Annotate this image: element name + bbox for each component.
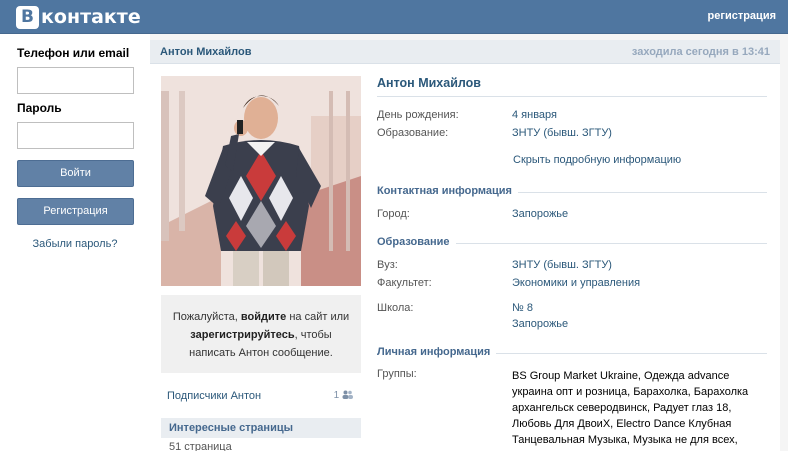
msg-text-4: написать Антон сообщение. bbox=[189, 347, 333, 359]
faculty-label: Факультет: bbox=[377, 277, 432, 289]
education-label: Образование: bbox=[377, 127, 449, 139]
university-label: Вуз: bbox=[377, 259, 398, 271]
education-section-header: Образование bbox=[377, 236, 767, 250]
personal-section-header: Личная информация bbox=[377, 346, 767, 360]
profile-header: Антон Михайлов заходила сегодня в 13:41 bbox=[150, 40, 780, 64]
contact-section-header: Контактная информация bbox=[377, 185, 767, 199]
education-section-title: Образование bbox=[377, 236, 456, 248]
password-input[interactable] bbox=[17, 122, 134, 149]
password-label: Пароль bbox=[17, 101, 62, 115]
birthday-label: День рождения: bbox=[377, 109, 459, 121]
subscribers-count: 1 bbox=[334, 390, 353, 401]
school-label: Школа: bbox=[377, 302, 414, 314]
city-label: Город: bbox=[377, 208, 410, 220]
vk-logo[interactable]: В контакте bbox=[16, 5, 141, 29]
profile-photo-illustration bbox=[161, 76, 361, 286]
school-value[interactable]: № 8 bbox=[512, 302, 533, 314]
profile-head-name[interactable]: Антон Михайлов bbox=[160, 46, 252, 58]
subscribers-label[interactable]: Подписчики Антон bbox=[167, 390, 261, 402]
interesting-pages-header[interactable]: Интересные страницы bbox=[161, 418, 361, 438]
register-button[interactable]: Регистрация bbox=[17, 198, 134, 225]
name-divider bbox=[377, 96, 767, 97]
logo-letter-box: В bbox=[16, 5, 39, 29]
profile-photo[interactable] bbox=[161, 76, 361, 286]
subscribers-row[interactable]: Подписчики Антон 1 bbox=[161, 388, 361, 404]
contact-section-title: Контактная информация bbox=[377, 185, 518, 197]
header-register-link[interactable]: регистрация bbox=[708, 10, 776, 22]
people-icon bbox=[342, 390, 353, 399]
city-value[interactable]: Запорожье bbox=[512, 208, 568, 220]
top-header-bar: В контакте регистрация bbox=[0, 0, 788, 34]
education-value[interactable]: ЗНТУ (бывш. ЗГТУ) bbox=[512, 127, 612, 139]
msg-text-1: Пожалуйста, bbox=[172, 311, 241, 323]
birthday-value[interactable]: 4 января bbox=[512, 109, 557, 121]
groups-label: Группы: bbox=[377, 368, 417, 380]
phone-email-label: Телефон или email bbox=[17, 46, 130, 60]
university-value[interactable]: ЗНТУ (бывш. ЗГТУ) bbox=[512, 259, 612, 271]
msg-text-3: , чтобы bbox=[294, 329, 332, 341]
login-panel: Телефон или email Пароль Войти Регистрац… bbox=[0, 34, 150, 451]
forgot-password-link[interactable]: Забыли пароль? bbox=[0, 238, 150, 250]
school-city[interactable]: Запорожье bbox=[512, 318, 568, 330]
phone-email-input[interactable] bbox=[17, 67, 134, 94]
msg-text-2: на сайт или bbox=[286, 311, 350, 323]
groups-list[interactable]: BS Group Market Ukraine, Одежда advance … bbox=[512, 368, 772, 451]
subscribers-count-value: 1 bbox=[333, 390, 340, 401]
message-login-prompt: Пожалуйста, войдите на сайт или зарегист… bbox=[161, 295, 361, 373]
msg-register-link[interactable]: зарегистрируйтесь bbox=[190, 329, 294, 341]
msg-login-link[interactable]: войдите bbox=[241, 311, 286, 323]
logo-text: контакте bbox=[41, 6, 141, 28]
faculty-value[interactable]: Экономики и управления bbox=[512, 277, 640, 289]
profile-name: Антон Михайлов bbox=[377, 76, 481, 90]
last-seen-status: заходила сегодня в 13:41 bbox=[631, 46, 770, 58]
personal-section-title: Личная информация bbox=[377, 346, 497, 358]
interesting-pages-title: Интересные страницы bbox=[169, 422, 293, 434]
login-button[interactable]: Войти bbox=[17, 160, 134, 187]
hide-info-link[interactable]: Скрыть подробную информацию bbox=[513, 154, 681, 166]
interesting-pages-count[interactable]: 51 страница bbox=[169, 441, 232, 451]
